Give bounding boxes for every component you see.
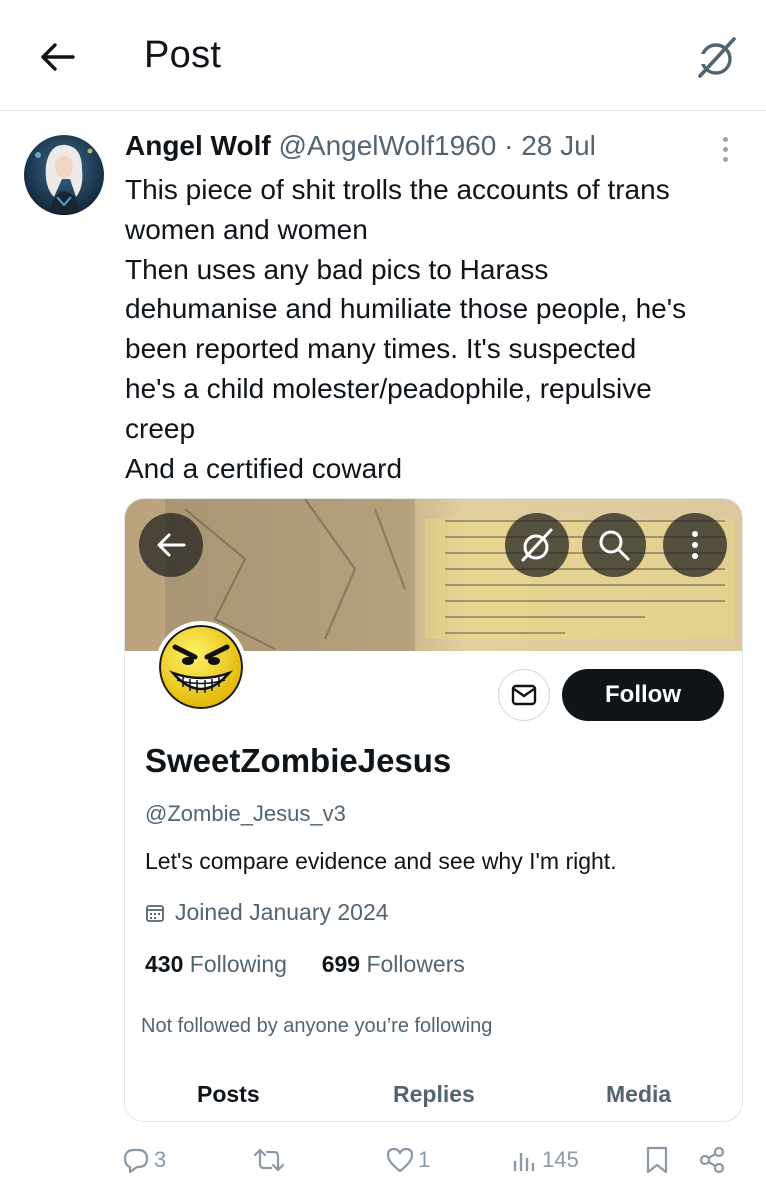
banner-search-button[interactable] bbox=[582, 513, 646, 577]
like-count: 1 bbox=[418, 1147, 431, 1172]
heart-icon bbox=[386, 1147, 414, 1173]
top-bar: Post bbox=[0, 0, 766, 111]
like-button[interactable]: 1 bbox=[386, 1140, 430, 1180]
views-count: 145 bbox=[542, 1147, 579, 1172]
separator-dot: · bbox=[504, 130, 514, 161]
tweet-header: Angel Wolf @AngelWolf1960 · 28 Jul bbox=[125, 130, 596, 166]
tweet-text-line: dehumanise and humiliate those people, h… bbox=[125, 293, 687, 325]
tweet-actions: 3 1 145 bbox=[0, 1140, 766, 1180]
envelope-icon bbox=[511, 684, 537, 706]
profile-joined: Joined January 2024 bbox=[145, 899, 389, 926]
banner-back-button[interactable] bbox=[139, 513, 203, 577]
profile-stats: 430 Following 699 Followers bbox=[145, 951, 465, 978]
grok-icon bbox=[521, 528, 553, 562]
author-name[interactable]: Angel Wolf bbox=[125, 130, 271, 161]
reply-button[interactable]: 3 bbox=[122, 1140, 166, 1180]
repost-icon bbox=[253, 1148, 285, 1172]
followers-label: Followers bbox=[366, 951, 465, 977]
tweet-text-line: been reported many times. It's suspected bbox=[125, 333, 637, 365]
banner-more-button[interactable] bbox=[663, 513, 727, 577]
tweet-text-line: women and women bbox=[125, 213, 368, 245]
tab-media: Media bbox=[606, 1081, 672, 1107]
tab-posts: Posts bbox=[197, 1081, 260, 1107]
reply-count: 3 bbox=[154, 1147, 167, 1172]
views-button[interactable]: 145 bbox=[512, 1140, 579, 1180]
following-label: Following bbox=[189, 951, 287, 977]
tweet-text-line: Then uses any bad pics to Harass bbox=[125, 253, 549, 285]
not-followed-note: Not followed by anyone you’re following bbox=[141, 1015, 493, 1037]
more-vertical-icon bbox=[692, 531, 698, 559]
followers-count: 699 bbox=[321, 951, 361, 977]
banner-grok-button[interactable] bbox=[505, 513, 569, 577]
post-date[interactable]: 28 Jul bbox=[521, 130, 596, 161]
search-icon bbox=[599, 530, 630, 561]
profile-display-name: SweetZombieJesus bbox=[145, 742, 452, 779]
attached-image[interactable]: Follow SweetZombieJesus @Zombie_Jesus_v3… bbox=[124, 498, 743, 1122]
message-button[interactable] bbox=[498, 669, 550, 721]
profile-handle: @Zombie_Jesus_v3 bbox=[145, 801, 346, 826]
views-icon bbox=[513, 1153, 535, 1171]
more-options-button[interactable] bbox=[710, 134, 740, 164]
calendar-icon bbox=[146, 904, 164, 922]
more-vertical-icon bbox=[722, 136, 728, 142]
repost-button[interactable] bbox=[252, 1140, 290, 1180]
back-button[interactable] bbox=[30, 30, 84, 84]
arrow-left-icon bbox=[41, 43, 75, 71]
tweet-text-line: This piece of shit trolls the accounts o… bbox=[125, 174, 670, 205]
arrow-left-icon bbox=[157, 533, 186, 557]
profile-avatar[interactable] bbox=[155, 621, 247, 713]
bookmark-icon bbox=[646, 1146, 668, 1174]
page-title: Post bbox=[144, 34, 222, 76]
follow-button[interactable]: Follow bbox=[562, 669, 724, 721]
tweet-text-line: creep bbox=[125, 412, 196, 444]
tweet-text-line: And a certified coward bbox=[125, 452, 403, 484]
bookmark-button[interactable] bbox=[645, 1140, 669, 1180]
tab-replies: Replies bbox=[393, 1081, 475, 1107]
author-avatar[interactable] bbox=[24, 135, 104, 215]
profile-bio: Let's compare evidence and see why I'm r… bbox=[145, 848, 617, 874]
tweet-text-line: he's a child molester/peadophile, repuls… bbox=[125, 372, 652, 404]
reply-icon bbox=[123, 1148, 149, 1174]
tweet-text: This piece of shit trolls the accounts o… bbox=[125, 170, 755, 488]
author-handle[interactable]: @AngelWolf1960 bbox=[278, 130, 496, 161]
share-icon bbox=[699, 1146, 725, 1174]
grok-button[interactable] bbox=[690, 30, 744, 84]
joined-text: Joined January 2024 bbox=[175, 899, 389, 925]
share-button[interactable] bbox=[698, 1140, 726, 1180]
following-count: 430 bbox=[145, 951, 184, 977]
grok-icon bbox=[698, 37, 736, 78]
